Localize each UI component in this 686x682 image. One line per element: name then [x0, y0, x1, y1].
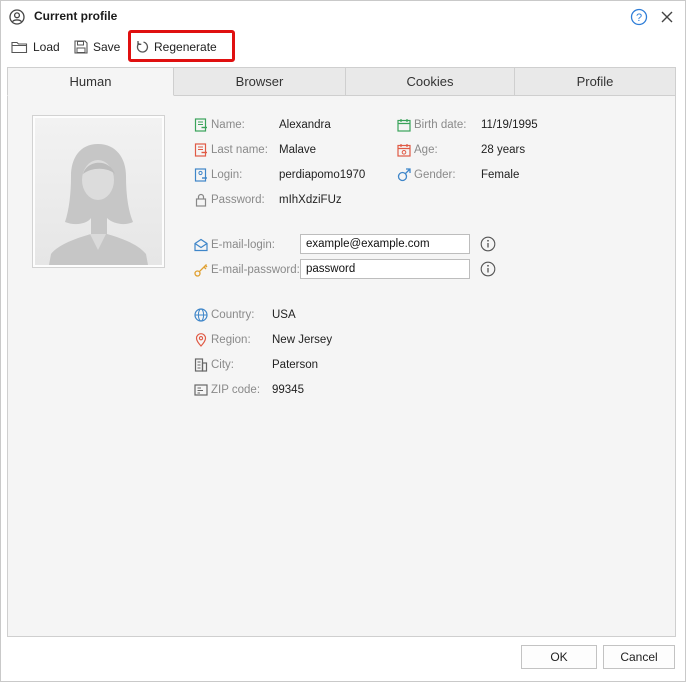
email-login-input[interactable]: example@example.com	[300, 234, 470, 254]
tab-bar: Human Browser Cookies Profile	[7, 67, 676, 96]
email-password-label: E-mail-password:	[211, 264, 300, 276]
avatar	[32, 115, 165, 268]
dialog-footer: OK Cancel	[1, 638, 685, 682]
zip-code-value: 99345	[272, 384, 304, 396]
load-button[interactable]: Load	[11, 35, 60, 59]
globe-icon	[194, 308, 208, 322]
human-tab-panel: Name: Alexandra Last name: Malave Login:…	[7, 95, 676, 637]
user-card-icon	[194, 168, 207, 182]
save-button[interactable]: Save	[74, 35, 120, 59]
building-icon	[194, 358, 208, 372]
email-password-field: E-mail-password:	[194, 262, 300, 278]
name-label: Name:	[211, 119, 245, 131]
email-login-label: E-mail-login:	[211, 239, 275, 251]
key-icon	[194, 264, 208, 277]
login-field: Login:	[194, 167, 242, 183]
info-icon[interactable]	[480, 261, 496, 277]
region-label: Region:	[211, 334, 251, 346]
password-value: mIhXdziFUz	[279, 194, 342, 206]
regenerate-label: Regenerate	[154, 40, 217, 54]
name-card-icon	[194, 143, 207, 157]
age-field: Age:	[397, 142, 438, 158]
country-label: Country:	[211, 309, 255, 321]
tab-browser-label: Browser	[235, 74, 284, 89]
gender-field: Gender:	[397, 167, 456, 183]
person-silhouette-icon	[49, 144, 148, 265]
name-field: Name:	[194, 117, 245, 133]
regenerate-button[interactable]: Regenerate	[135, 35, 217, 59]
toolbar: Load Save Regenerate	[1, 33, 685, 61]
floppy-disk-icon	[74, 40, 88, 54]
age-label: Age:	[414, 144, 438, 156]
login-label: Login:	[211, 169, 243, 181]
help-icon[interactable]: ?	[630, 8, 648, 26]
country-field: Country:	[194, 307, 254, 323]
refresh-icon	[136, 41, 149, 53]
password-field: Password:	[194, 192, 265, 208]
map-pin-icon	[195, 333, 207, 347]
name-value: Alexandra	[279, 119, 331, 131]
age-value: 28 years	[481, 144, 526, 156]
city-label: City:	[211, 359, 234, 371]
load-label: Load	[33, 40, 60, 54]
password-label: Password:	[211, 194, 265, 206]
last-name-field: Last name:	[194, 142, 268, 158]
svg-text:?: ?	[636, 12, 642, 24]
tab-browser[interactable]: Browser	[173, 67, 346, 96]
window-title: Current profile	[34, 9, 118, 23]
zip-card-icon	[194, 384, 208, 396]
zip-code-label: ZIP code:	[211, 384, 261, 396]
tab-cookies-label: Cookies	[406, 74, 454, 89]
last-name-value: Malave	[279, 144, 317, 156]
birth-date-field: Birth date:	[397, 117, 466, 133]
email-password-input[interactable]: password	[300, 259, 470, 279]
close-icon[interactable]	[658, 8, 676, 26]
last-name-label: Last name:	[211, 144, 268, 156]
tab-profile-label: Profile	[576, 74, 614, 89]
envelope-icon	[194, 238, 208, 252]
city-value: Paterson	[272, 359, 319, 371]
cancel-button[interactable]: Cancel	[603, 645, 675, 669]
user-circle-icon	[9, 9, 25, 25]
tab-cookies[interactable]: Cookies	[345, 67, 515, 96]
calendar-icon	[397, 144, 411, 157]
gender-value: Female	[481, 169, 520, 181]
gender-icon	[397, 168, 411, 182]
info-icon[interactable]	[480, 236, 496, 252]
zip-code-field: ZIP code:	[194, 382, 260, 398]
lock-icon	[195, 193, 207, 207]
name-card-icon	[194, 118, 207, 132]
city-field: City:	[194, 357, 234, 373]
country-value: USA	[272, 309, 296, 321]
region-field: Region:	[194, 332, 251, 348]
birth-date-label: Birth date:	[414, 119, 467, 131]
profile-dialog: Current profile ? Load Save Regenerate H…	[0, 0, 686, 682]
gender-label: Gender:	[414, 169, 456, 181]
ok-button[interactable]: OK	[521, 645, 597, 669]
birth-date-value: 11/19/1995	[481, 119, 538, 131]
title-bar: Current profile ?	[1, 1, 685, 33]
email-login-field: E-mail-login:	[194, 237, 275, 253]
folder-icon	[11, 41, 28, 54]
tab-human[interactable]: Human	[7, 67, 174, 96]
tab-human-label: Human	[69, 74, 112, 89]
save-label: Save	[93, 40, 121, 54]
region-value: New Jersey	[272, 334, 333, 346]
login-value: perdiapomo1970	[279, 169, 366, 181]
calendar-icon	[397, 119, 411, 132]
tab-profile[interactable]: Profile	[514, 67, 676, 96]
